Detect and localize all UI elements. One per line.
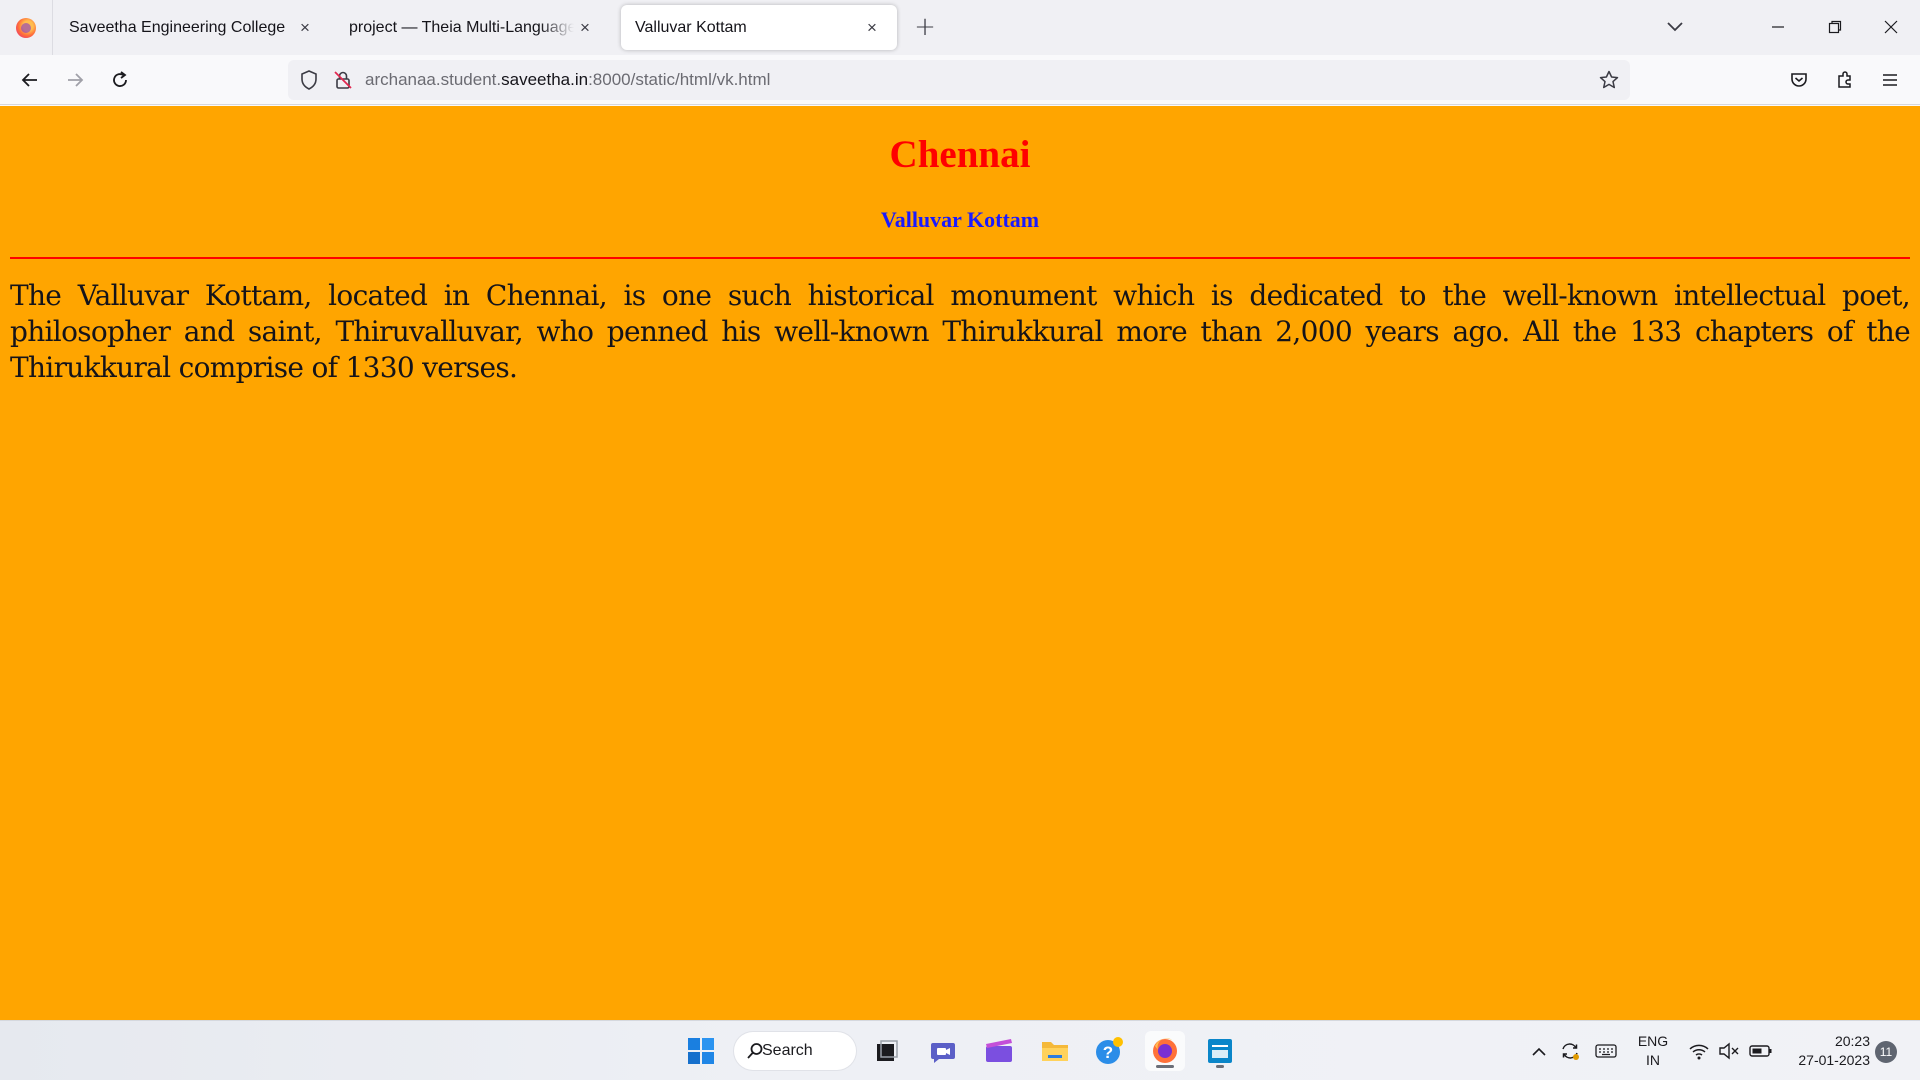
store-app-button[interactable] [1200, 1031, 1240, 1071]
url-text[interactable]: archanaa.student.saveetha.in:8000/static… [365, 70, 770, 90]
back-button[interactable] [13, 63, 47, 97]
notification-badge[interactable]: 11 [1875, 1041, 1897, 1063]
clock[interactable]: 20:23 27-01-2023 [1782, 1032, 1870, 1070]
extensions-button[interactable] [1828, 63, 1862, 97]
task-view-icon [877, 1040, 898, 1061]
wifi-icon[interactable] [1688, 1041, 1710, 1065]
url-prefix: archanaa.student. [365, 70, 502, 89]
forward-button[interactable] [58, 63, 92, 97]
running-indicator [1156, 1065, 1174, 1068]
pocket-button[interactable] [1782, 63, 1816, 97]
sync-icon[interactable] [1559, 1040, 1581, 1066]
restore-icon [1828, 20, 1842, 34]
tab-strip: Saveetha Engineering College × project —… [0, 0, 1920, 55]
reload-button[interactable] [103, 63, 137, 97]
new-tab-button[interactable]: + [912, 12, 938, 42]
address-bar[interactable]: archanaa.student.saveetha.in:8000/static… [288, 60, 1630, 100]
tab-valluvar-kottam[interactable]: Valluvar Kottam × [621, 5, 897, 50]
tab-title: project — Theia Multi-Language Ex [349, 18, 574, 36]
tab-saveetha[interactable]: Saveetha Engineering College × [55, 5, 330, 50]
task-view-button[interactable] [867, 1031, 907, 1071]
tab-title: Saveetha Engineering College [69, 18, 286, 36]
clipchamp-icon [986, 1039, 1012, 1062]
search-label: Search [762, 1042, 813, 1059]
running-indicator [1216, 1065, 1224, 1068]
firefox-taskbar-button[interactable] [1145, 1031, 1185, 1071]
restore-button[interactable] [1815, 12, 1855, 42]
tab-title: Valluvar Kottam [635, 18, 747, 36]
help-icon: ? [1096, 1037, 1123, 1064]
windows-logo-icon [688, 1038, 714, 1064]
page-title: Chennai [889, 133, 1031, 176]
close-window-button[interactable] [1871, 12, 1911, 42]
region-code: IN [1646, 1052, 1660, 1068]
chevron-down-icon [1667, 22, 1683, 32]
bookmark-star-icon[interactable] [1598, 69, 1620, 95]
hamburger-menu-icon [1883, 74, 1897, 86]
reload-icon [113, 71, 127, 87]
svg-text:?: ? [1103, 1043, 1113, 1062]
clipchamp-button[interactable] [979, 1031, 1019, 1071]
tab-close-icon[interactable]: × [861, 18, 883, 38]
windows-taskbar: Search ? ENG IN 20:23 27-01-2023 11 [0, 1020, 1920, 1080]
show-hidden-icons-chevron-up-icon[interactable] [1530, 1043, 1548, 1065]
url-host: saveetha.in [501, 70, 589, 89]
url-path: :8000/static/html/vk.html [588, 70, 771, 89]
arrow-right-icon [68, 73, 84, 87]
insecure-lock-icon[interactable] [332, 69, 354, 95]
clock-date: 27-01-2023 [1798, 1052, 1870, 1068]
close-icon [1884, 20, 1898, 34]
list-all-tabs-button[interactable] [1663, 14, 1687, 38]
search-icon [746, 1042, 764, 1065]
teams-chat-button[interactable] [923, 1031, 963, 1071]
keyboard-icon[interactable] [1595, 1042, 1617, 1064]
clock-time: 20:23 [1834, 1033, 1870, 1049]
start-button[interactable] [681, 1031, 721, 1071]
chat-icon [931, 1043, 955, 1063]
language-code: ENG [1637, 1033, 1669, 1049]
firefox-icon [16, 17, 36, 38]
tab-theia-project[interactable]: project — Theia Multi-Language Ex × [335, 5, 610, 50]
horizontal-rule [10, 257, 1910, 259]
get-help-button[interactable]: ? [1090, 1031, 1130, 1071]
navigation-toolbar: archanaa.student.saveetha.in:8000/static… [0, 55, 1920, 105]
taskbar-search[interactable]: Search [734, 1032, 856, 1070]
puzzle-piece-icon [1838, 71, 1851, 88]
page-paragraph: The Valluvar Kottam, located in Chennai,… [10, 279, 1911, 384]
tab-close-icon[interactable]: × [574, 18, 596, 38]
volume-muted-icon[interactable] [1718, 1041, 1740, 1065]
pocket-icon [1791, 73, 1807, 87]
shield-icon[interactable] [298, 69, 320, 95]
arrow-left-icon [21, 73, 37, 87]
firefox-view-button[interactable] [0, 0, 53, 55]
battery-icon[interactable] [1749, 1042, 1773, 1064]
minimize-icon [1772, 26, 1784, 28]
minimize-button[interactable] [1758, 12, 1798, 42]
firefox-icon [1153, 1038, 1177, 1063]
folder-icon [1042, 1042, 1068, 1061]
input-language-indicator[interactable]: ENG IN [1628, 1032, 1678, 1070]
file-explorer-button[interactable] [1035, 1031, 1075, 1071]
app-menu-button[interactable] [1873, 63, 1907, 97]
app-window-icon [1208, 1039, 1232, 1063]
tab-close-icon[interactable]: × [294, 18, 316, 38]
page-subtitle: Valluvar Kottam [880, 207, 1040, 232]
web-page-content: Chennai Valluvar Kottam The Valluvar Kot… [0, 106, 1920, 1020]
